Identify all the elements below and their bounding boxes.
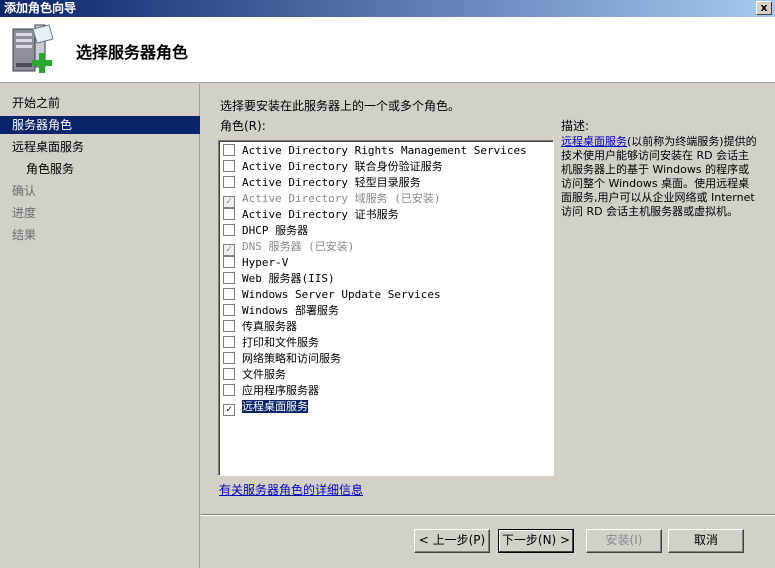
footer-divider: [201, 514, 775, 516]
role-label: 文件服务: [242, 368, 286, 381]
role-item[interactable]: Active Directory Rights Management Servi…: [223, 143, 527, 159]
role-label: 传真服务器: [242, 320, 297, 333]
role-label: Windows Server Update Services: [242, 288, 441, 301]
checkbox-icon[interactable]: [223, 160, 235, 172]
roles-listbox[interactable]: Active Directory Rights Management Servi…: [218, 140, 554, 476]
checkbox-icon[interactable]: [223, 176, 235, 188]
checkbox-icon[interactable]: [223, 256, 235, 268]
description-label: 描述:: [561, 119, 590, 133]
checkbox-icon[interactable]: [223, 384, 235, 396]
sidebar-item-progress: 进度: [12, 206, 37, 220]
sidebar-item-role-services[interactable]: 角色服务: [0, 160, 200, 178]
role-item[interactable]: 应用程序服务器: [223, 383, 319, 399]
role-item[interactable]: 传真服务器: [223, 319, 297, 335]
role-item[interactable]: Active Directory 轻型目录服务: [223, 175, 421, 191]
role-label: Hyper-V: [242, 256, 289, 269]
sidebar-item-server-roles[interactable]: 服务器角色: [0, 116, 200, 134]
role-item[interactable]: Windows 部署服务: [223, 303, 339, 319]
sidebar-item-before-you-begin[interactable]: 开始之前: [0, 94, 200, 112]
sidebar-item-remote-desktop-services[interactable]: 远程桌面服务: [0, 138, 200, 156]
role-label: DNS 服务器 (已安装): [242, 240, 355, 253]
role-item[interactable]: Windows Server Update Services: [223, 287, 441, 303]
checkbox-icon[interactable]: [223, 208, 235, 220]
description-text: 远程桌面服务(以前称为终端服务)提供的技术使用户能够访问安装在 RD 会话主机服…: [561, 135, 759, 219]
checkbox-icon[interactable]: [223, 336, 235, 348]
role-label: 网络策略和访问服务: [242, 352, 341, 365]
checkbox-icon[interactable]: [223, 288, 235, 300]
sidebar-item-results: 结果: [12, 228, 37, 242]
wizard-header: 选择服务器角色: [0, 17, 775, 83]
more-info-link[interactable]: 有关服务器角色的详细信息: [219, 481, 363, 498]
server-add-icon: [12, 24, 54, 73]
checkbox-icon[interactable]: [223, 272, 235, 284]
next-button[interactable]: 下一步(N) >: [498, 529, 574, 553]
role-item: ✓ DNS 服务器 (已安装): [223, 239, 355, 256]
instruction-text: 选择要安装在此服务器上的一个或多个角色。: [220, 99, 461, 113]
role-item[interactable]: Hyper-V: [223, 255, 288, 271]
role-label: Active Directory Rights Management Servi…: [242, 144, 527, 157]
role-item[interactable]: Web 服务器(IIS): [223, 271, 335, 287]
role-label: Active Directory 轻型目录服务: [242, 176, 421, 189]
role-label: 应用程序服务器: [242, 384, 319, 397]
description-link[interactable]: 远程桌面服务: [561, 135, 627, 148]
checkbox-icon[interactable]: [223, 352, 235, 364]
role-item[interactable]: 文件服务: [223, 367, 286, 383]
window-title: 添加角色向导: [4, 1, 77, 15]
role-label: DHCP 服务器: [242, 224, 309, 237]
role-label: 打印和文件服务: [242, 336, 319, 349]
previous-button[interactable]: < 上一步(P): [414, 529, 490, 553]
window-titlebar: 添加角色向导 x: [0, 0, 775, 17]
role-label: Windows 部署服务: [242, 304, 339, 317]
checkbox-icon[interactable]: [223, 368, 235, 380]
install-button: 安装(I): [586, 529, 662, 553]
role-label: Active Directory 证书服务: [242, 208, 399, 221]
page-title: 选择服务器角色: [76, 43, 189, 62]
wizard-content: 选择要安装在此服务器上的一个或多个角色。 角色(R): Active Direc…: [201, 84, 775, 514]
role-label: Web 服务器(IIS): [242, 272, 335, 285]
cancel-button[interactable]: 取消: [668, 529, 744, 553]
role-label: Active Directory 域服务 (已安装): [242, 192, 441, 205]
sidebar-item-confirmation: 确认: [12, 184, 37, 198]
checkbox-icon[interactable]: [223, 320, 235, 332]
role-label: 远程桌面服务: [241, 399, 309, 414]
checkbox-checked-icon[interactable]: ✓: [223, 404, 235, 416]
checkbox-icon[interactable]: [223, 224, 235, 236]
role-item[interactable]: DHCP 服务器: [223, 223, 308, 239]
role-item[interactable]: ✓ 远程桌面服务: [223, 399, 309, 416]
roles-label: 角色(R):: [220, 119, 266, 133]
role-item[interactable]: 打印和文件服务: [223, 335, 319, 351]
checkbox-icon[interactable]: [223, 304, 235, 316]
role-item[interactable]: Active Directory 联合身份验证服务: [223, 159, 443, 175]
checkbox-icon[interactable]: [223, 144, 235, 156]
role-item: ✓ Active Directory 域服务 (已安装): [223, 191, 441, 208]
wizard-sidebar: 开始之前 服务器角色 远程桌面服务 角色服务 确认 进度 结果: [0, 84, 200, 568]
close-button[interactable]: x: [756, 1, 772, 15]
role-label: Active Directory 联合身份验证服务: [242, 160, 443, 173]
role-item[interactable]: Active Directory 证书服务: [223, 207, 399, 223]
role-item[interactable]: 网络策略和访问服务: [223, 351, 341, 367]
